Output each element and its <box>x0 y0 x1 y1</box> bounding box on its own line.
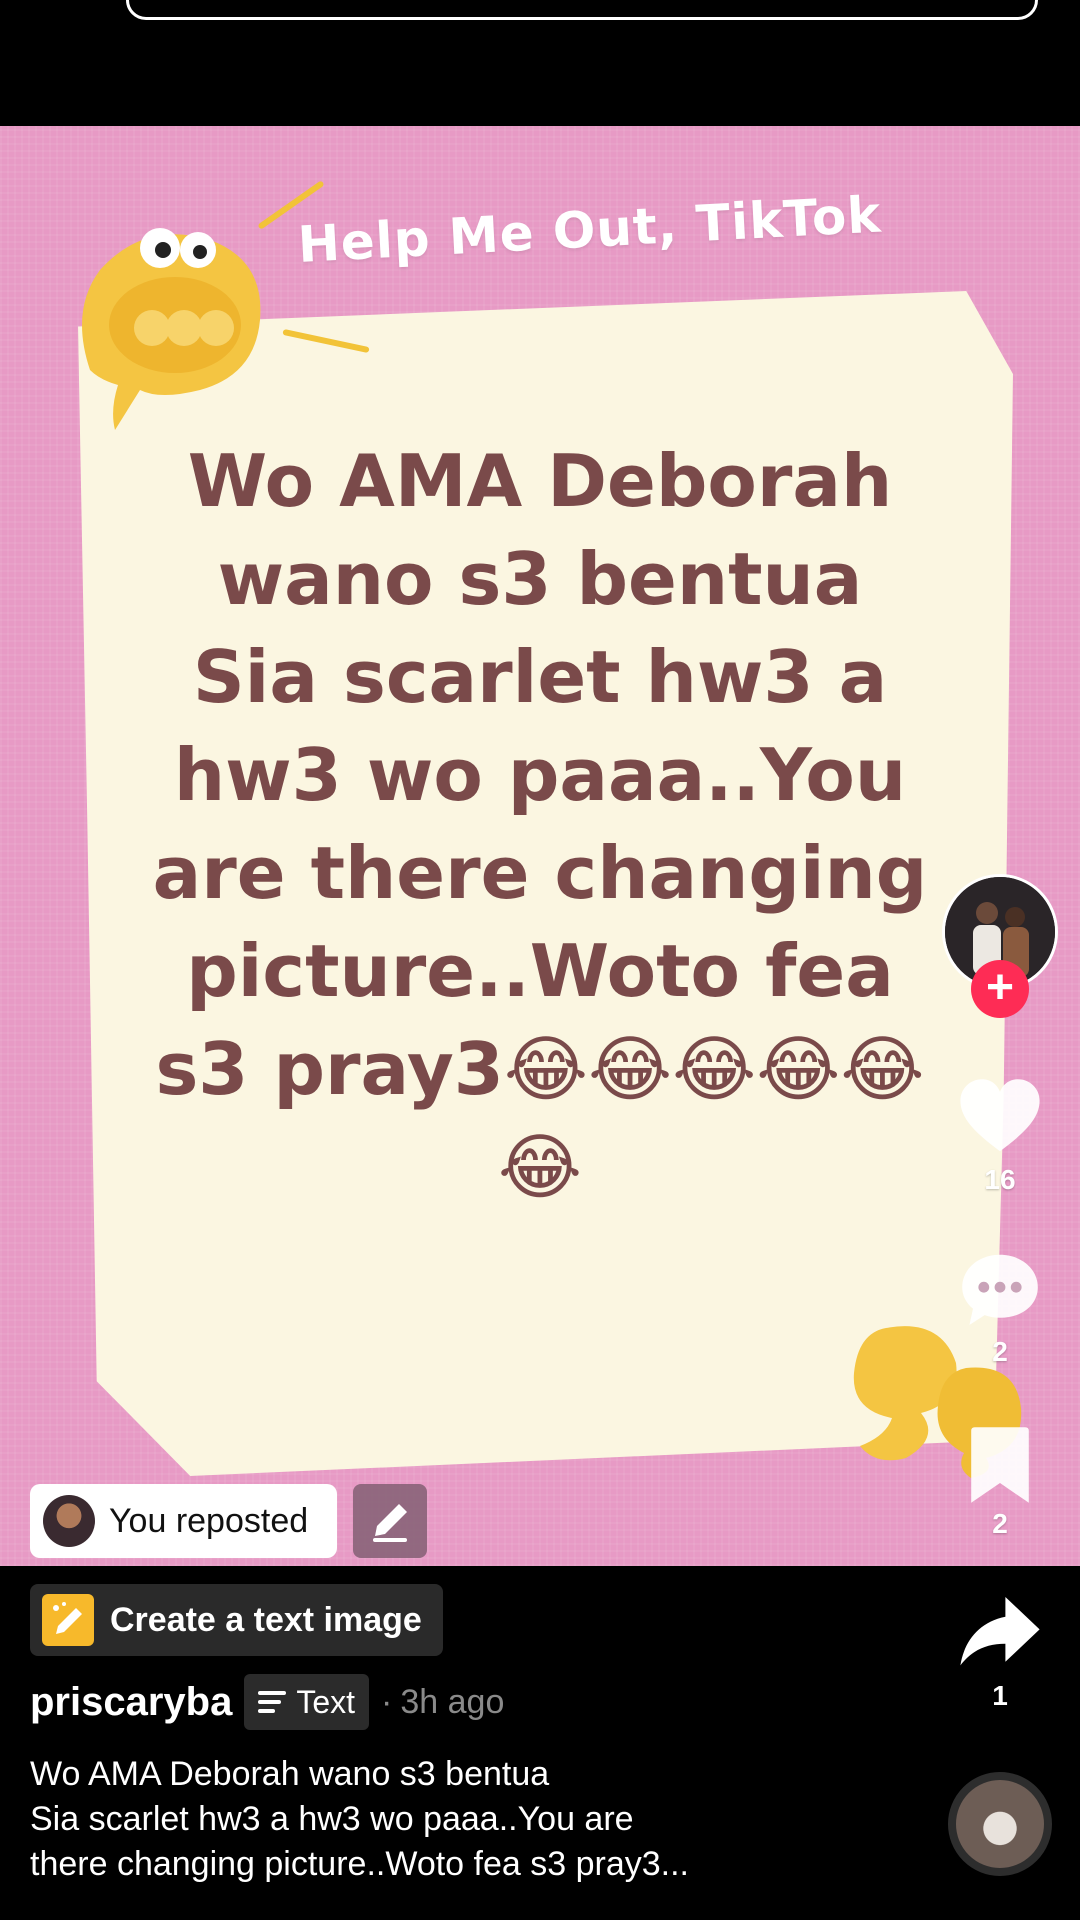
mascot-icon <box>82 228 261 430</box>
comment-icon[interactable] <box>955 1244 1045 1334</box>
create-text-image-button[interactable]: Create a text image <box>30 1584 443 1656</box>
like-count: 16 <box>984 1164 1016 1195</box>
separator-dot: · <box>381 1682 393 1721</box>
follow-button[interactable]: + <box>971 960 1029 1018</box>
post-main-text: Wo AMA Deborah wano s3 bentua Sia scarle… <box>152 439 928 1209</box>
post-content[interactable]: Help Me Out, TikTok Wo AMA Deborah wano … <box>0 126 1080 1566</box>
repost-label: You reposted <box>109 1501 309 1540</box>
caption-line: Sia scarlet hw3 a hw3 wo paaa..You are <box>30 1800 634 1838</box>
sound-disc[interactable] <box>948 1772 1052 1876</box>
post-time: 3h ago <box>400 1682 505 1721</box>
post-caption[interactable]: Wo AMA Deborah wano s3 bentua Sia scarle… <box>30 1752 910 1887</box>
magic-pencil-icon <box>42 1594 94 1646</box>
create-text-image-label: Create a text image <box>110 1600 422 1639</box>
pencil-icon <box>373 1504 407 1542</box>
save-count: 2 <box>992 1508 1008 1539</box>
post-header-text: Help Me Out, TikTok <box>296 185 883 274</box>
text-badge-label: Text <box>296 1683 356 1720</box>
edit-repost-button[interactable] <box>353 1484 427 1558</box>
text-post-badge: Text <box>244 1674 370 1730</box>
author-row: priscaryba Text · 3h ago <box>30 1672 504 1732</box>
comment-count: 2 <box>992 1336 1008 1367</box>
username[interactable]: priscaryba <box>30 1680 232 1725</box>
caption-line: Wo AMA Deborah wano s3 bentua <box>30 1755 550 1793</box>
share-icon[interactable] <box>955 1588 1045 1678</box>
heart-icon[interactable] <box>955 1072 1045 1162</box>
text-lines-icon <box>258 1686 287 1718</box>
you-reposted-chip[interactable]: You reposted <box>30 1484 337 1558</box>
caption-line: there changing picture..Woto fea s3 pray… <box>30 1845 689 1883</box>
bookmark-icon[interactable] <box>955 1420 1045 1510</box>
share-count: 1 <box>992 1680 1008 1711</box>
repost-avatar <box>43 1495 95 1547</box>
search-bar[interactable] <box>126 0 1038 20</box>
